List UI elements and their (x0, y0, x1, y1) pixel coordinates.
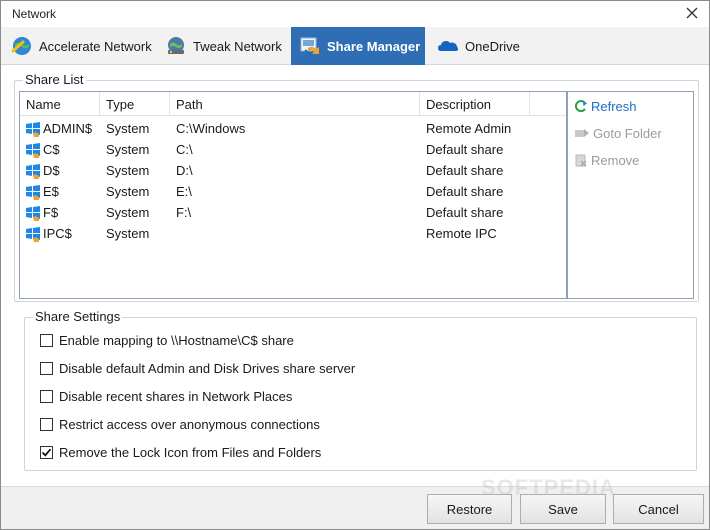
cell-type: System (106, 142, 150, 157)
goto-folder-label: Goto Folder (593, 125, 662, 141)
refresh-label: Refresh (591, 98, 637, 114)
tab-share-manager[interactable]: Share Manager (291, 27, 425, 65)
restrict-anonymous-label: Restrict access over anonymous connectio… (59, 416, 320, 432)
share-actions-panel: Refresh Goto Folder Remove (567, 91, 694, 299)
cell-name: D$ (43, 163, 60, 178)
table-row[interactable]: IPC$ System Remote IPC (20, 223, 566, 244)
column-header-path[interactable]: Path (170, 92, 420, 116)
restrict-anonymous-checkbox[interactable] (40, 417, 53, 431)
close-icon (686, 7, 698, 19)
cloud-icon (438, 41, 458, 51)
goto-folder-icon (575, 129, 589, 137)
restrict-anonymous-option[interactable]: Restrict access over anonymous connectio… (40, 415, 320, 433)
globe-speed-icon (11, 37, 31, 55)
column-header-name[interactable]: Name (20, 92, 100, 116)
cell-path: C:\Windows (176, 121, 246, 136)
cell-type: System (106, 226, 150, 241)
remove-label: Remove (591, 152, 640, 168)
cell-name: E$ (43, 184, 59, 199)
enable-mapping-checkbox[interactable] (40, 333, 53, 347)
disable-recent-shares-checkbox[interactable] (40, 389, 53, 403)
tab-accelerate-network[interactable]: Accelerate Network (3, 27, 153, 65)
tab-label: Tweak Network (193, 38, 282, 54)
windows-share-icon (26, 206, 40, 221)
remove-icon (575, 154, 587, 167)
cell-name: C$ (43, 142, 60, 157)
window-title: Network (12, 7, 57, 21)
tab-bar: Accelerate Network Tweak Network Share M… (1, 27, 709, 65)
cell-type: System (106, 184, 150, 199)
network-tweak-icon (168, 37, 184, 54)
disable-recent-shares-option[interactable]: Disable recent shares in Network Places (40, 387, 292, 405)
windows-share-icon (26, 227, 40, 242)
tab-tweak-network[interactable]: Tweak Network (157, 27, 285, 65)
cell-description: Default share (426, 142, 504, 157)
checkmark-icon (41, 448, 52, 457)
cell-description: Remote IPC (426, 226, 497, 241)
remove-lock-icon-option[interactable]: Remove the Lock Icon from Files and Fold… (40, 443, 321, 461)
tab-label: Share Manager (327, 38, 421, 54)
cell-path: D:\ (176, 163, 193, 178)
share-manager-icon (300, 37, 319, 57)
cancel-button[interactable]: Cancel (613, 494, 704, 524)
enable-mapping-option[interactable]: Enable mapping to \\Hostname\C$ share (40, 331, 294, 349)
column-header-type[interactable]: Type (100, 92, 170, 116)
column-header-filler (530, 92, 566, 116)
remove-lock-icon-checkbox[interactable] (40, 445, 53, 459)
cell-type: System (106, 121, 150, 136)
refresh-button[interactable]: Refresh (574, 96, 637, 116)
table-row[interactable]: ADMIN$ System C:\Windows Remote Admin (20, 118, 566, 139)
cell-name: ADMIN$ (43, 121, 93, 136)
cell-path: F:\ (176, 205, 192, 220)
disable-default-shares-label: Disable default Admin and Disk Drives sh… (59, 360, 356, 376)
enable-mapping-label: Enable mapping to \\Hostname\C$ share (59, 332, 294, 348)
share-list-header: Name Type Path Description (20, 92, 566, 116)
tab-label: OneDrive (465, 38, 520, 54)
windows-share-icon (26, 122, 40, 137)
share-list-table[interactable]: Name Type Path Description ADMIN$ System… (19, 91, 567, 299)
cell-name: IPC$ (43, 226, 72, 241)
cell-name: F$ (43, 205, 59, 220)
table-row[interactable]: C$ System C:\ Default share (20, 139, 566, 160)
cell-path: E:\ (176, 184, 192, 199)
column-header-description[interactable]: Description (420, 92, 530, 116)
cell-description: Default share (426, 184, 504, 199)
remove-button[interactable]: Remove (574, 150, 639, 170)
cell-path: C:\ (176, 142, 193, 157)
cell-type: System (106, 205, 150, 220)
title-bar: Network (1, 1, 709, 27)
cell-description: Default share (426, 205, 504, 220)
goto-folder-button[interactable]: Goto Folder (574, 123, 662, 143)
cell-description: Remote Admin (426, 121, 512, 136)
table-row[interactable]: E$ System E:\ Default share (20, 181, 566, 202)
windows-share-icon (26, 185, 40, 200)
remove-lock-icon-label: Remove the Lock Icon from Files and Fold… (59, 444, 322, 460)
windows-share-icon (26, 143, 40, 158)
share-list-legend: Share List (23, 72, 86, 87)
windows-share-icon (26, 164, 40, 179)
tab-label: Accelerate Network (39, 38, 152, 54)
refresh-icon (574, 100, 587, 113)
table-row[interactable]: F$ System F:\ Default share (20, 202, 566, 223)
watermark: SOFTPEDIA (481, 475, 616, 500)
share-settings-legend: Share Settings (33, 309, 123, 324)
disable-default-shares-option[interactable]: Disable default Admin and Disk Drives sh… (40, 359, 355, 377)
close-button[interactable] (675, 1, 709, 25)
cell-type: System (106, 163, 150, 178)
cell-description: Default share (426, 163, 504, 178)
network-window: Network Accelerate Network Tweak Network… (0, 0, 710, 530)
disable-recent-shares-label: Disable recent shares in Network Places (59, 388, 293, 404)
disable-default-shares-checkbox[interactable] (40, 361, 53, 375)
tab-onedrive[interactable]: OneDrive (429, 27, 529, 65)
table-row[interactable]: D$ System D:\ Default share (20, 160, 566, 181)
